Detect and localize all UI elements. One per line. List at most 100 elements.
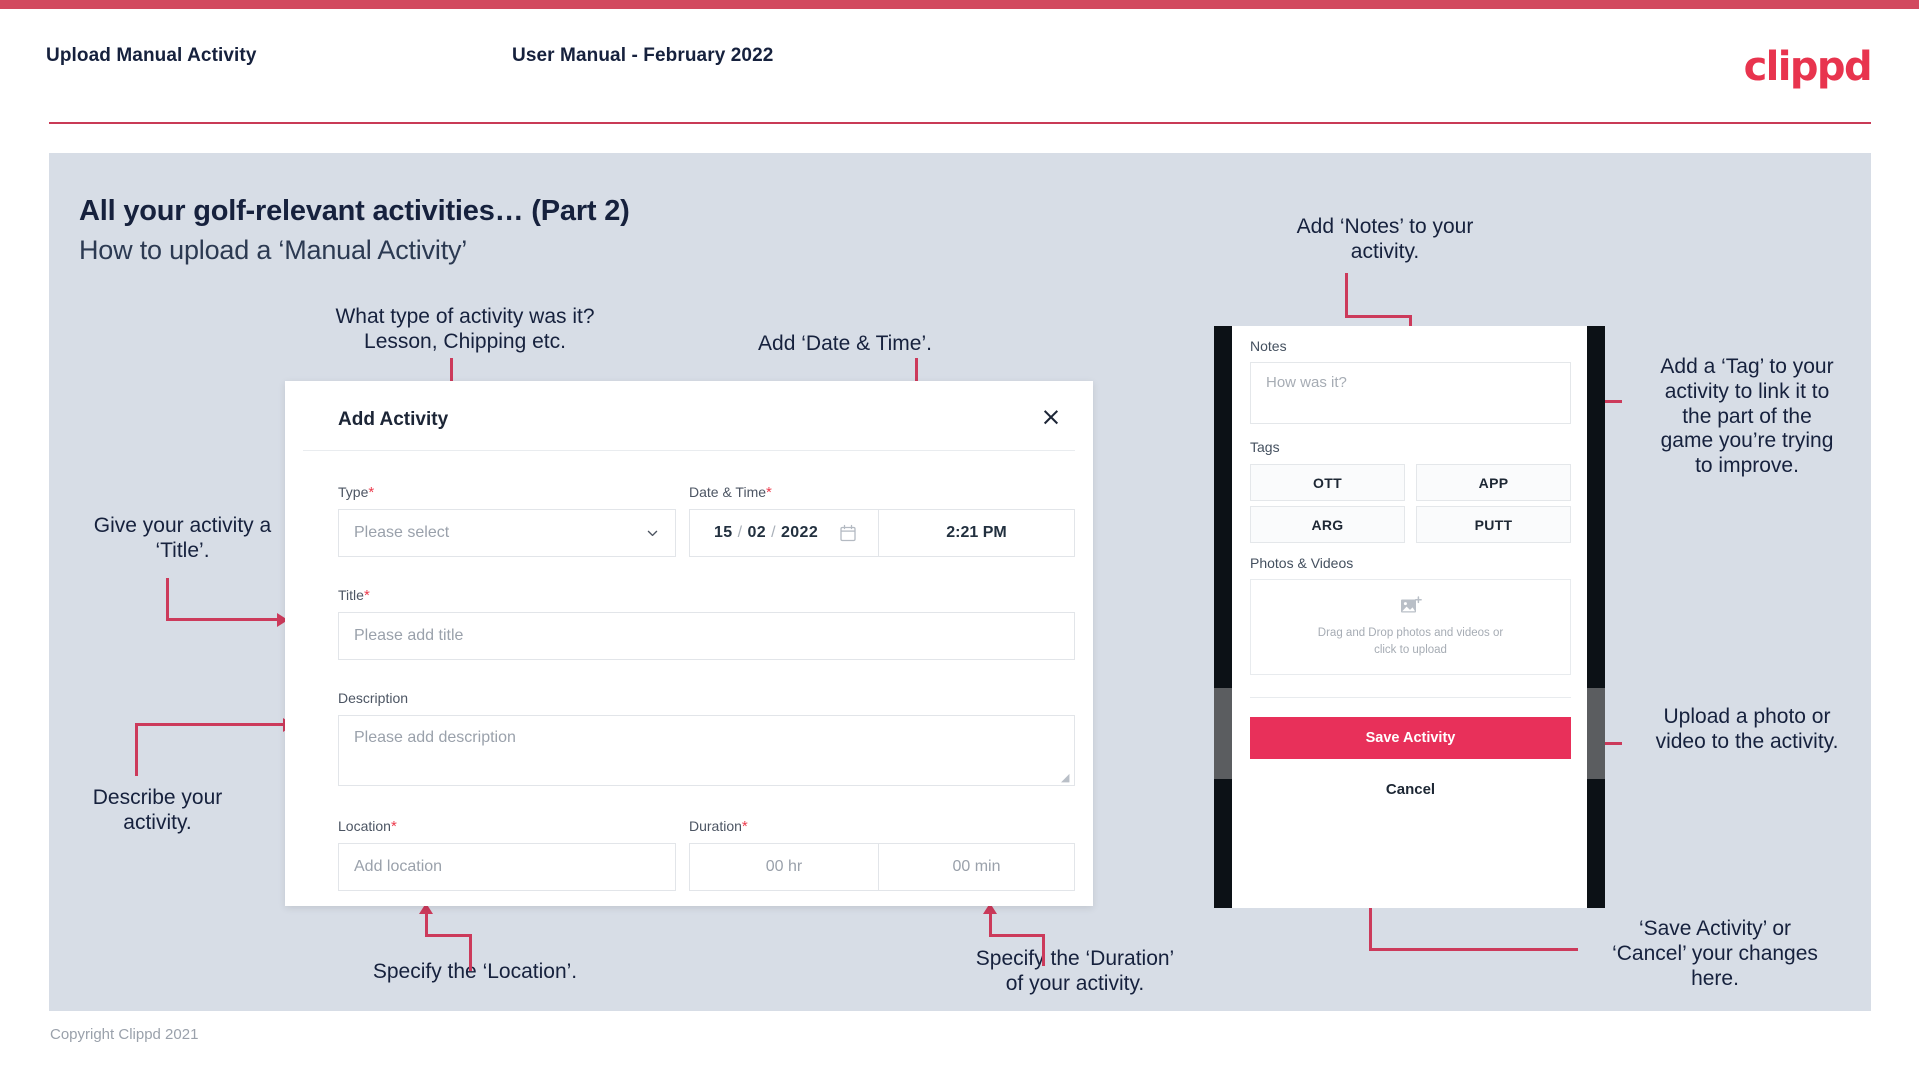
time-value: 2:21 PM: [946, 524, 1007, 541]
type-select-placeholder: Please select: [354, 524, 450, 541]
calendar-icon[interactable]: [840, 524, 856, 542]
title-label: Title*: [338, 587, 370, 604]
cancel-button[interactable]: Cancel: [1250, 774, 1571, 804]
datetime-required-mark: *: [766, 484, 772, 501]
title-input[interactable]: Please add title: [338, 612, 1075, 660]
close-icon[interactable]: ×: [1034, 399, 1068, 433]
connector-save-h2: [1369, 948, 1544, 951]
add-activity-dialog: Add Activity × Type* Please select Date …: [285, 381, 1093, 906]
tag-label-ott: OTT: [1313, 474, 1342, 491]
connector-location-v2: [425, 914, 428, 936]
connector-title-h: [166, 618, 279, 621]
save-activity-label: Save Activity: [1365, 730, 1456, 746]
phone-bezel-right: [1587, 326, 1605, 908]
page-title: Upload Manual Activity: [46, 45, 257, 66]
connector-notes-h: [1345, 315, 1412, 318]
type-required-mark: *: [368, 484, 375, 501]
connector-save-h1: [1540, 948, 1578, 951]
type-label-text: Type: [338, 484, 369, 500]
phone-notes-placeholder: How was it?: [1266, 374, 1347, 391]
dropzone-line2: click to upload: [1374, 643, 1447, 656]
annotation-notes: Add ‘Notes’ to your activity.: [1296, 215, 1474, 263]
top-accent-bar: [0, 0, 1919, 9]
add-image-icon: [1400, 596, 1422, 613]
save-activity-button[interactable]: Save Activity: [1250, 717, 1571, 759]
tag-label-arg: ARG: [1311, 516, 1344, 533]
duration-minutes-placeholder: 00 min: [952, 858, 1001, 875]
annotation-upload: Upload a photo or video to the activity.: [1655, 705, 1839, 753]
duration-label-text: Duration: [689, 818, 742, 834]
date-day: 15: [714, 524, 733, 541]
time-input[interactable]: 2:21 PM: [879, 509, 1075, 557]
title-required-mark: *: [363, 587, 370, 604]
connector-title-v: [166, 578, 169, 621]
duration-hours-placeholder: 00 hr: [765, 858, 803, 875]
type-select[interactable]: Please select: [338, 509, 676, 557]
phone-mockup: Notes How was it? Tags OTT APP ARG PUTT …: [1214, 326, 1605, 908]
dialog-divider: [303, 450, 1075, 451]
annotation-duration: Specify the ‘Duration’ of your activity.: [975, 947, 1175, 995]
description-textarea[interactable]: Please add description ◢: [338, 715, 1075, 786]
dropzone-text: Drag and Drop photos and videos or click…: [1318, 625, 1503, 658]
slide-subheading: How to upload a ‘Manual Activity’: [79, 235, 468, 265]
type-label: Type*: [338, 484, 374, 501]
connector-notes-v1: [1345, 273, 1348, 317]
footer-copyright: Copyright Clippd 2021: [50, 1026, 199, 1043]
datetime-label-text: Date & Time: [689, 484, 767, 500]
annotation-date-time: Add ‘Date & Time’.: [758, 332, 932, 355]
connector-duration-v1: [1042, 934, 1045, 966]
connector-duration-h: [989, 934, 1045, 937]
tag-button-putt[interactable]: PUTT: [1416, 506, 1571, 543]
connector-duration-v2: [989, 914, 992, 936]
description-label: Description: [338, 690, 408, 706]
duration-hours-input[interactable]: 00 hr: [689, 843, 879, 891]
duration-minutes-input[interactable]: 00 min: [879, 843, 1075, 891]
connector-location-h: [425, 934, 472, 937]
connector-desc-v: [135, 723, 138, 776]
tag-button-app[interactable]: APP: [1416, 464, 1571, 501]
description-label-text: Description: [338, 690, 409, 706]
date-month: 02: [747, 524, 767, 541]
phone-photos-label: Photos & Videos: [1250, 555, 1354, 571]
tag-button-ott[interactable]: OTT: [1250, 464, 1405, 501]
slide-page: Upload Manual Activity User Manual - Feb…: [0, 0, 1919, 1079]
location-input[interactable]: Add location: [338, 843, 676, 891]
annotation-title: Give your activity a ‘Title’.: [93, 514, 272, 562]
tag-label-putt: PUTT: [1474, 516, 1513, 533]
dialog-title: Add Activity: [338, 409, 449, 430]
dropzone-line1: Drag and Drop photos and videos or: [1317, 626, 1504, 639]
slide-heading: All your golf-relevant activities… (Part…: [79, 195, 630, 227]
tag-button-arg[interactable]: ARG: [1250, 506, 1405, 543]
phone-bezel-left: [1214, 326, 1232, 908]
description-placeholder: Please add description: [354, 729, 516, 746]
annotation-location: Specify the ‘Location’.: [372, 960, 578, 983]
title-label-text: Title: [338, 587, 364, 603]
duration-required-mark: *: [741, 818, 748, 835]
header-divider: [49, 122, 1871, 124]
resize-grip-icon[interactable]: ◢: [1061, 772, 1071, 783]
phone-screen: Notes How was it? Tags OTT APP ARG PUTT …: [1232, 326, 1587, 908]
annotation-tag: Add a ‘Tag’ to your activity to link it …: [1660, 355, 1834, 478]
annotation-save-cancel: ‘Save Activity’ or ‘Cancel’ your changes…: [1612, 917, 1818, 990]
duration-label: Duration*: [689, 818, 748, 835]
date-sep-2: /: [771, 524, 776, 541]
document-subtitle: User Manual - February 2022: [512, 45, 774, 66]
photo-dropzone[interactable]: Drag and Drop photos and videos or click…: [1250, 579, 1571, 675]
chevron-down-icon: [647, 530, 658, 537]
phone-notes-label: Notes: [1250, 338, 1287, 354]
date-year: 2022: [780, 524, 819, 541]
location-required-mark: *: [390, 818, 397, 835]
phone-divider: [1250, 697, 1571, 698]
phone-notes-input[interactable]: How was it?: [1250, 362, 1571, 424]
annotation-type: What type of activity was it? Lesson, Ch…: [335, 305, 595, 353]
cancel-label: Cancel: [1385, 780, 1436, 798]
phone-bezel-left-highlight: [1214, 688, 1232, 779]
clippd-logo: clippd: [1743, 44, 1873, 90]
connector-location-v1: [469, 934, 472, 971]
date-input[interactable]: 15 / 02 / 2022: [689, 509, 879, 557]
annotation-description: Describe your activity.: [92, 786, 223, 834]
connector-desc-h: [135, 723, 285, 726]
date-sep-1: /: [737, 524, 743, 541]
tag-label-app: APP: [1478, 474, 1509, 491]
location-input-placeholder: Add location: [354, 858, 443, 875]
